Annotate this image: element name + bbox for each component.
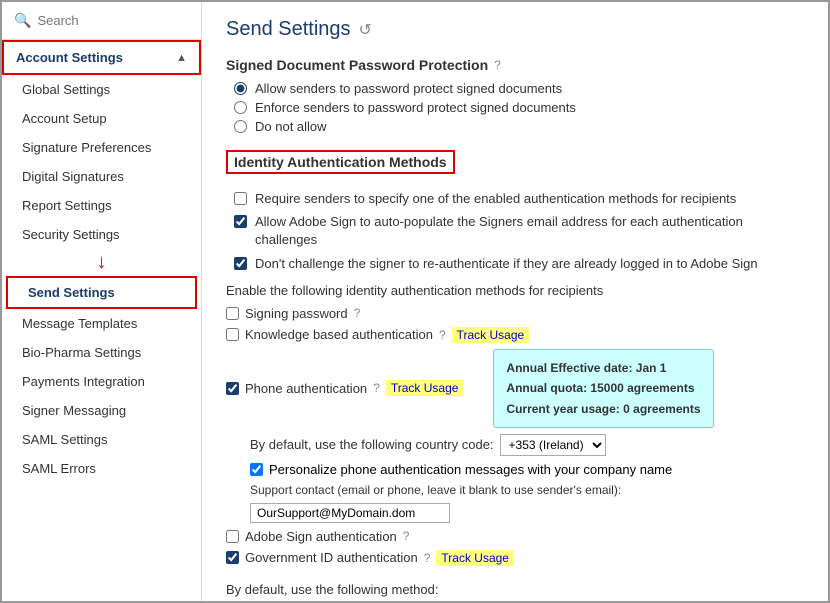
sidebar-item-global-settings[interactable]: Global Settings <box>2 75 201 104</box>
default-method-section: By default, use the following method: Go… <box>226 582 804 601</box>
search-input[interactable] <box>37 13 189 28</box>
password-allow-radio[interactable]: Allow senders to password protect signed… <box>234 81 804 96</box>
gov-id-help-icon[interactable]: ? <box>424 551 431 565</box>
country-code-select[interactable]: +353 (Ireland) <box>500 434 606 456</box>
search-icon: 🔍 <box>14 12 31 29</box>
tooltip-current-usage: Current year usage: 0 agreements <box>506 399 700 419</box>
auth-item-gov-id: Government ID authentication ? Track Usa… <box>226 550 804 566</box>
sidebar-item-message-templates[interactable]: Message Templates <box>2 309 201 338</box>
kba-checkbox[interactable] <box>226 328 239 341</box>
sidebar-item-biopharma-settings[interactable]: Bio-Pharma Settings <box>2 338 201 367</box>
password-protection-help-icon[interactable]: ? <box>494 58 501 72</box>
password-protection-title: Signed Document Password Protection ? <box>226 57 804 73</box>
auth-item-signing-password: Signing password ? <box>226 306 804 321</box>
gov-id-track-usage-button[interactable]: Track Usage <box>436 550 514 566</box>
tooltip-annual-quota: Annual quota: 15000 agreements <box>506 378 700 398</box>
page-title: Send Settings <box>226 18 351 41</box>
personalize-checkbox[interactable] <box>250 463 263 476</box>
support-contact-input[interactable] <box>250 503 450 523</box>
auth-item-adobe-sign: Adobe Sign authentication ? <box>226 529 804 544</box>
track-usage-tooltip: Annual Effective date: Jan 1 Annual quot… <box>493 349 713 428</box>
sidebar-item-signature-preferences[interactable]: Signature Preferences <box>2 133 201 162</box>
sidebar-item-digital-signatures[interactable]: Digital Signatures <box>2 162 201 191</box>
default-method-label: By default, use the following method: <box>226 582 804 597</box>
password-donotallow-radio[interactable]: Do not allow <box>234 119 804 134</box>
sidebar-item-send-settings[interactable]: Send Settings <box>6 276 197 309</box>
chevron-up-icon: ▲ <box>176 52 187 64</box>
sidebar-item-security-settings[interactable]: Security Settings <box>2 220 201 249</box>
support-contact-line: Support contact (email or phone, leave i… <box>250 483 804 523</box>
phone-track-usage-container: Track Usage Annual Effective date: Jan 1… <box>386 349 714 428</box>
gov-id-auth-checkbox[interactable] <box>226 551 239 564</box>
main-content: Send Settings ↺ Signed Document Password… <box>202 2 828 601</box>
identity-auth-section: Identity Authentication Methods Require … <box>226 150 804 566</box>
signing-password-checkbox[interactable] <box>226 307 239 320</box>
kba-help-icon[interactable]: ? <box>439 328 446 342</box>
phone-auth-help-icon[interactable]: ? <box>373 381 380 395</box>
red-arrow-indicator: ↓ <box>2 249 201 276</box>
tooltip-annual-date: Annual Effective date: Jan 1 <box>506 358 700 378</box>
sidebar-item-signer-messaging[interactable]: Signer Messaging <box>2 396 201 425</box>
refresh-icon[interactable]: ↺ <box>359 20 372 40</box>
signing-password-help-icon[interactable]: ? <box>354 306 361 320</box>
identity-auth-nochallenge-checkbox[interactable]: Don't challenge the signer to re-authent… <box>234 255 804 273</box>
identity-auth-require-checkbox[interactable]: Require senders to specify one of the en… <box>234 190 804 208</box>
page-title-area: Send Settings ↺ <box>226 18 804 41</box>
password-enforce-radio[interactable]: Enforce senders to password protect sign… <box>234 100 804 115</box>
adobe-sign-help-icon[interactable]: ? <box>403 529 410 543</box>
search-bar[interactable]: 🔍 <box>2 2 201 40</box>
account-settings-section: Account Settings ▲ <box>2 40 201 75</box>
password-protection-section: Signed Document Password Protection ? Al… <box>226 57 804 134</box>
auth-methods-label: Enable the following identity authentica… <box>226 283 804 298</box>
auth-item-phone: Phone authentication ? Track Usage Annua… <box>226 349 804 428</box>
sidebar-item-account-setup[interactable]: Account Setup <box>2 104 201 133</box>
identity-auth-checkboxes: Require senders to specify one of the en… <box>234 190 804 273</box>
account-settings-label: Account Settings <box>16 50 123 65</box>
sidebar-item-report-settings[interactable]: Report Settings <box>2 191 201 220</box>
sidebar-item-saml-errors[interactable]: SAML Errors <box>2 454 201 483</box>
sidebar-item-payments-integration[interactable]: Payments Integration <box>2 367 201 396</box>
password-protection-options: Allow senders to password protect signed… <box>234 81 804 134</box>
personalize-option: Personalize phone authentication message… <box>250 462 804 477</box>
adobe-sign-auth-checkbox[interactable] <box>226 530 239 543</box>
auth-methods-area: Enable the following identity authentica… <box>226 283 804 566</box>
phone-auth-checkbox[interactable] <box>226 382 239 395</box>
kba-track-usage-button[interactable]: Track Usage <box>452 327 530 343</box>
auth-item-kba: Knowledge based authentication ? Track U… <box>226 327 804 343</box>
sidebar: 🔍 Account Settings ▲ Global Settings Acc… <box>2 2 202 601</box>
account-settings-header[interactable]: Account Settings ▲ <box>4 42 199 73</box>
sidebar-item-saml-settings[interactable]: SAML Settings <box>2 425 201 454</box>
phone-country-option: By default, use the following country co… <box>250 434 804 456</box>
identity-auth-autopopulate-checkbox[interactable]: Allow Adobe Sign to auto-populate the Si… <box>234 213 804 249</box>
phone-track-usage-button[interactable]: Track Usage <box>386 380 464 396</box>
identity-auth-title: Identity Authentication Methods <box>226 150 455 174</box>
